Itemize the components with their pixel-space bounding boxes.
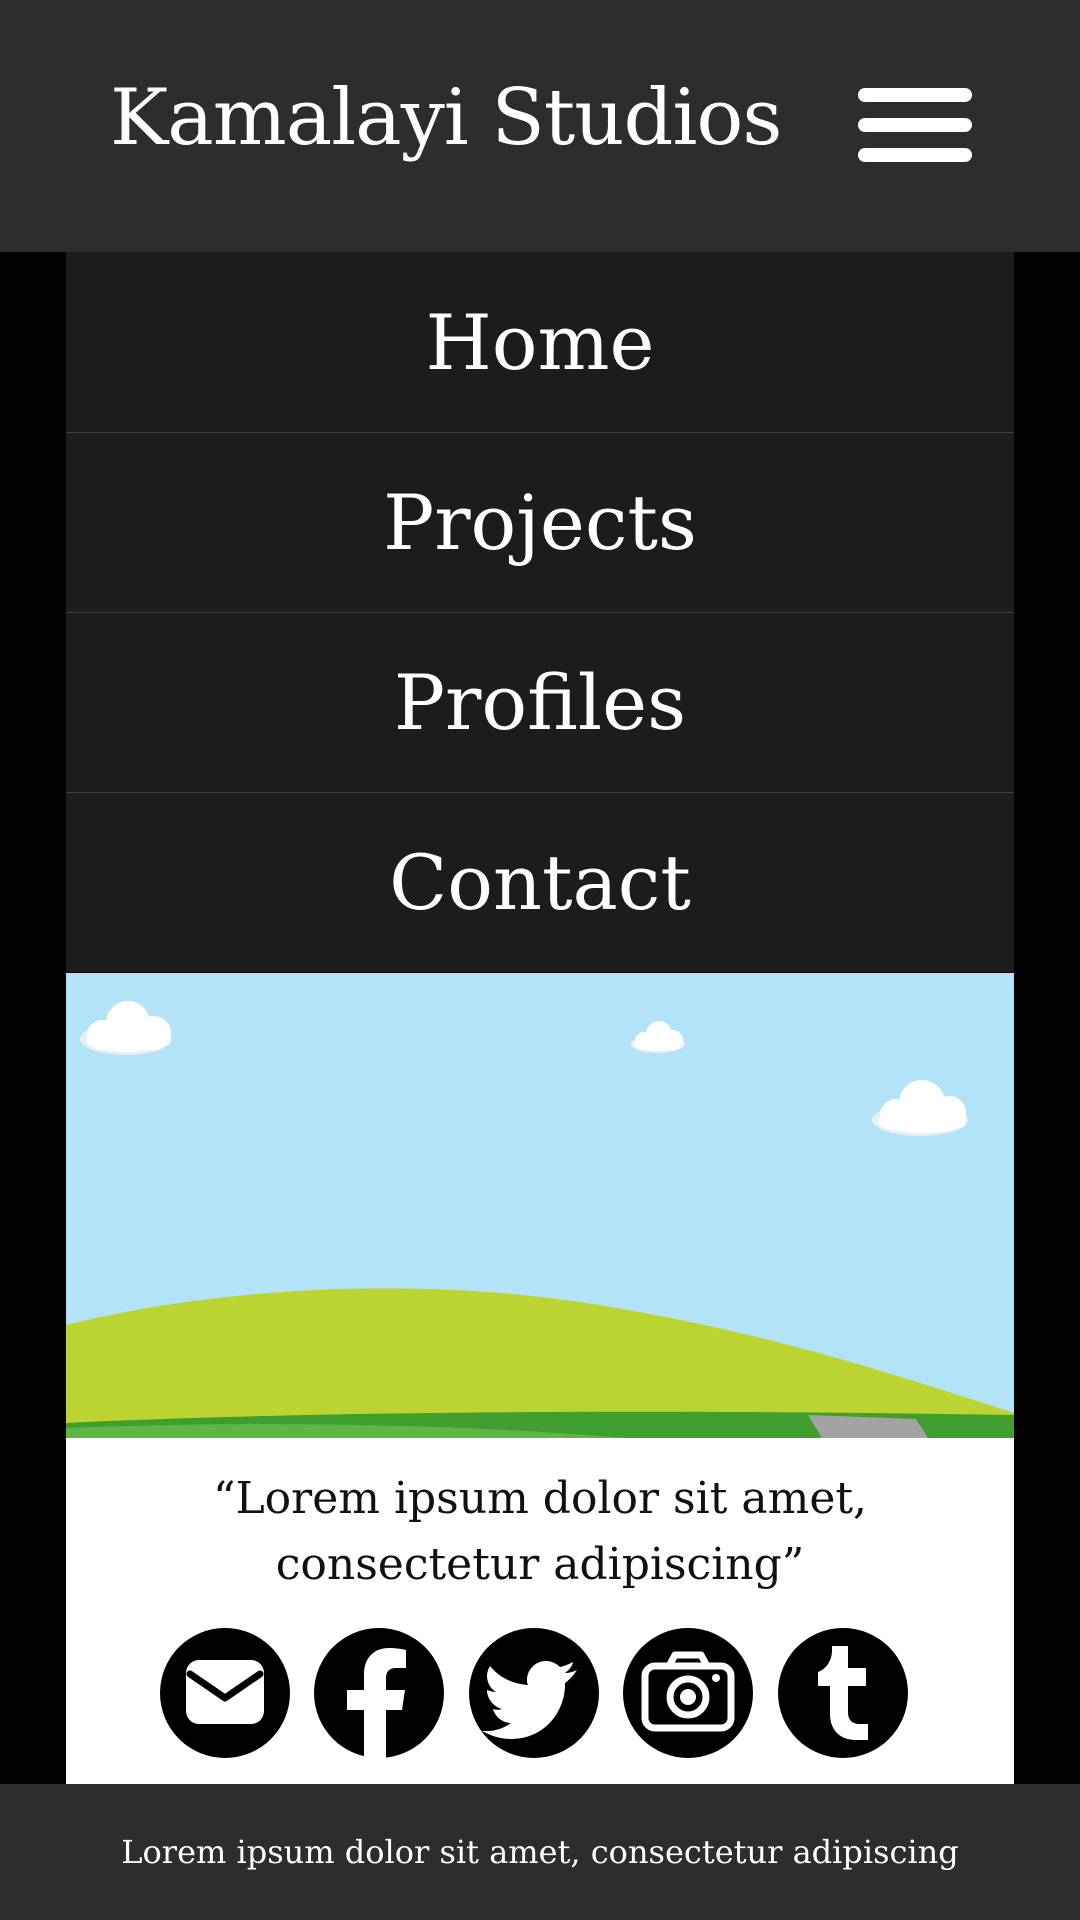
quote-line: consectetur adipiscing”: [275, 1539, 805, 1590]
nav-item-home[interactable]: Home: [66, 252, 1014, 432]
landscape-banner: [66, 973, 1014, 1438]
menu-bar: [858, 148, 972, 162]
menu-bar: [858, 88, 972, 102]
main-content: Home Projects Profiles Contact “Lorem ip…: [66, 252, 1014, 1784]
nav-item-profiles[interactable]: Profiles: [66, 612, 1014, 792]
facebook-icon[interactable]: [314, 1628, 444, 1758]
twitter-icon[interactable]: [469, 1628, 599, 1758]
site-footer: Lorem ipsum dolor sit amet, consectetur …: [0, 1784, 1080, 1920]
landscape-illustration: [66, 973, 1014, 1438]
nav-item-contact[interactable]: Contact: [66, 792, 1014, 972]
menu-bar: [858, 118, 972, 132]
camera-icon[interactable]: [623, 1628, 753, 1758]
envelope-icon[interactable]: [160, 1628, 290, 1758]
nav-menu: Home Projects Profiles Contact: [66, 252, 1014, 972]
site-title[interactable]: Kamalayi Studios: [110, 68, 782, 168]
site-header: Kamalayi Studios: [0, 0, 1080, 252]
quote-line: “Lorem ipsum dolor sit amet,: [212, 1473, 868, 1524]
social-links: [160, 1628, 920, 1758]
tumblr-icon[interactable]: [778, 1628, 908, 1758]
hamburger-menu-icon[interactable]: [858, 84, 972, 166]
quote-text: “Lorem ipsum dolor sit amet, consectetur…: [66, 1466, 1014, 1598]
nav-item-projects[interactable]: Projects: [66, 432, 1014, 612]
footer-text: Lorem ipsum dolor sit amet, consectetur …: [121, 1833, 959, 1871]
quote-panel: “Lorem ipsum dolor sit amet, consectetur…: [66, 1438, 1014, 1784]
